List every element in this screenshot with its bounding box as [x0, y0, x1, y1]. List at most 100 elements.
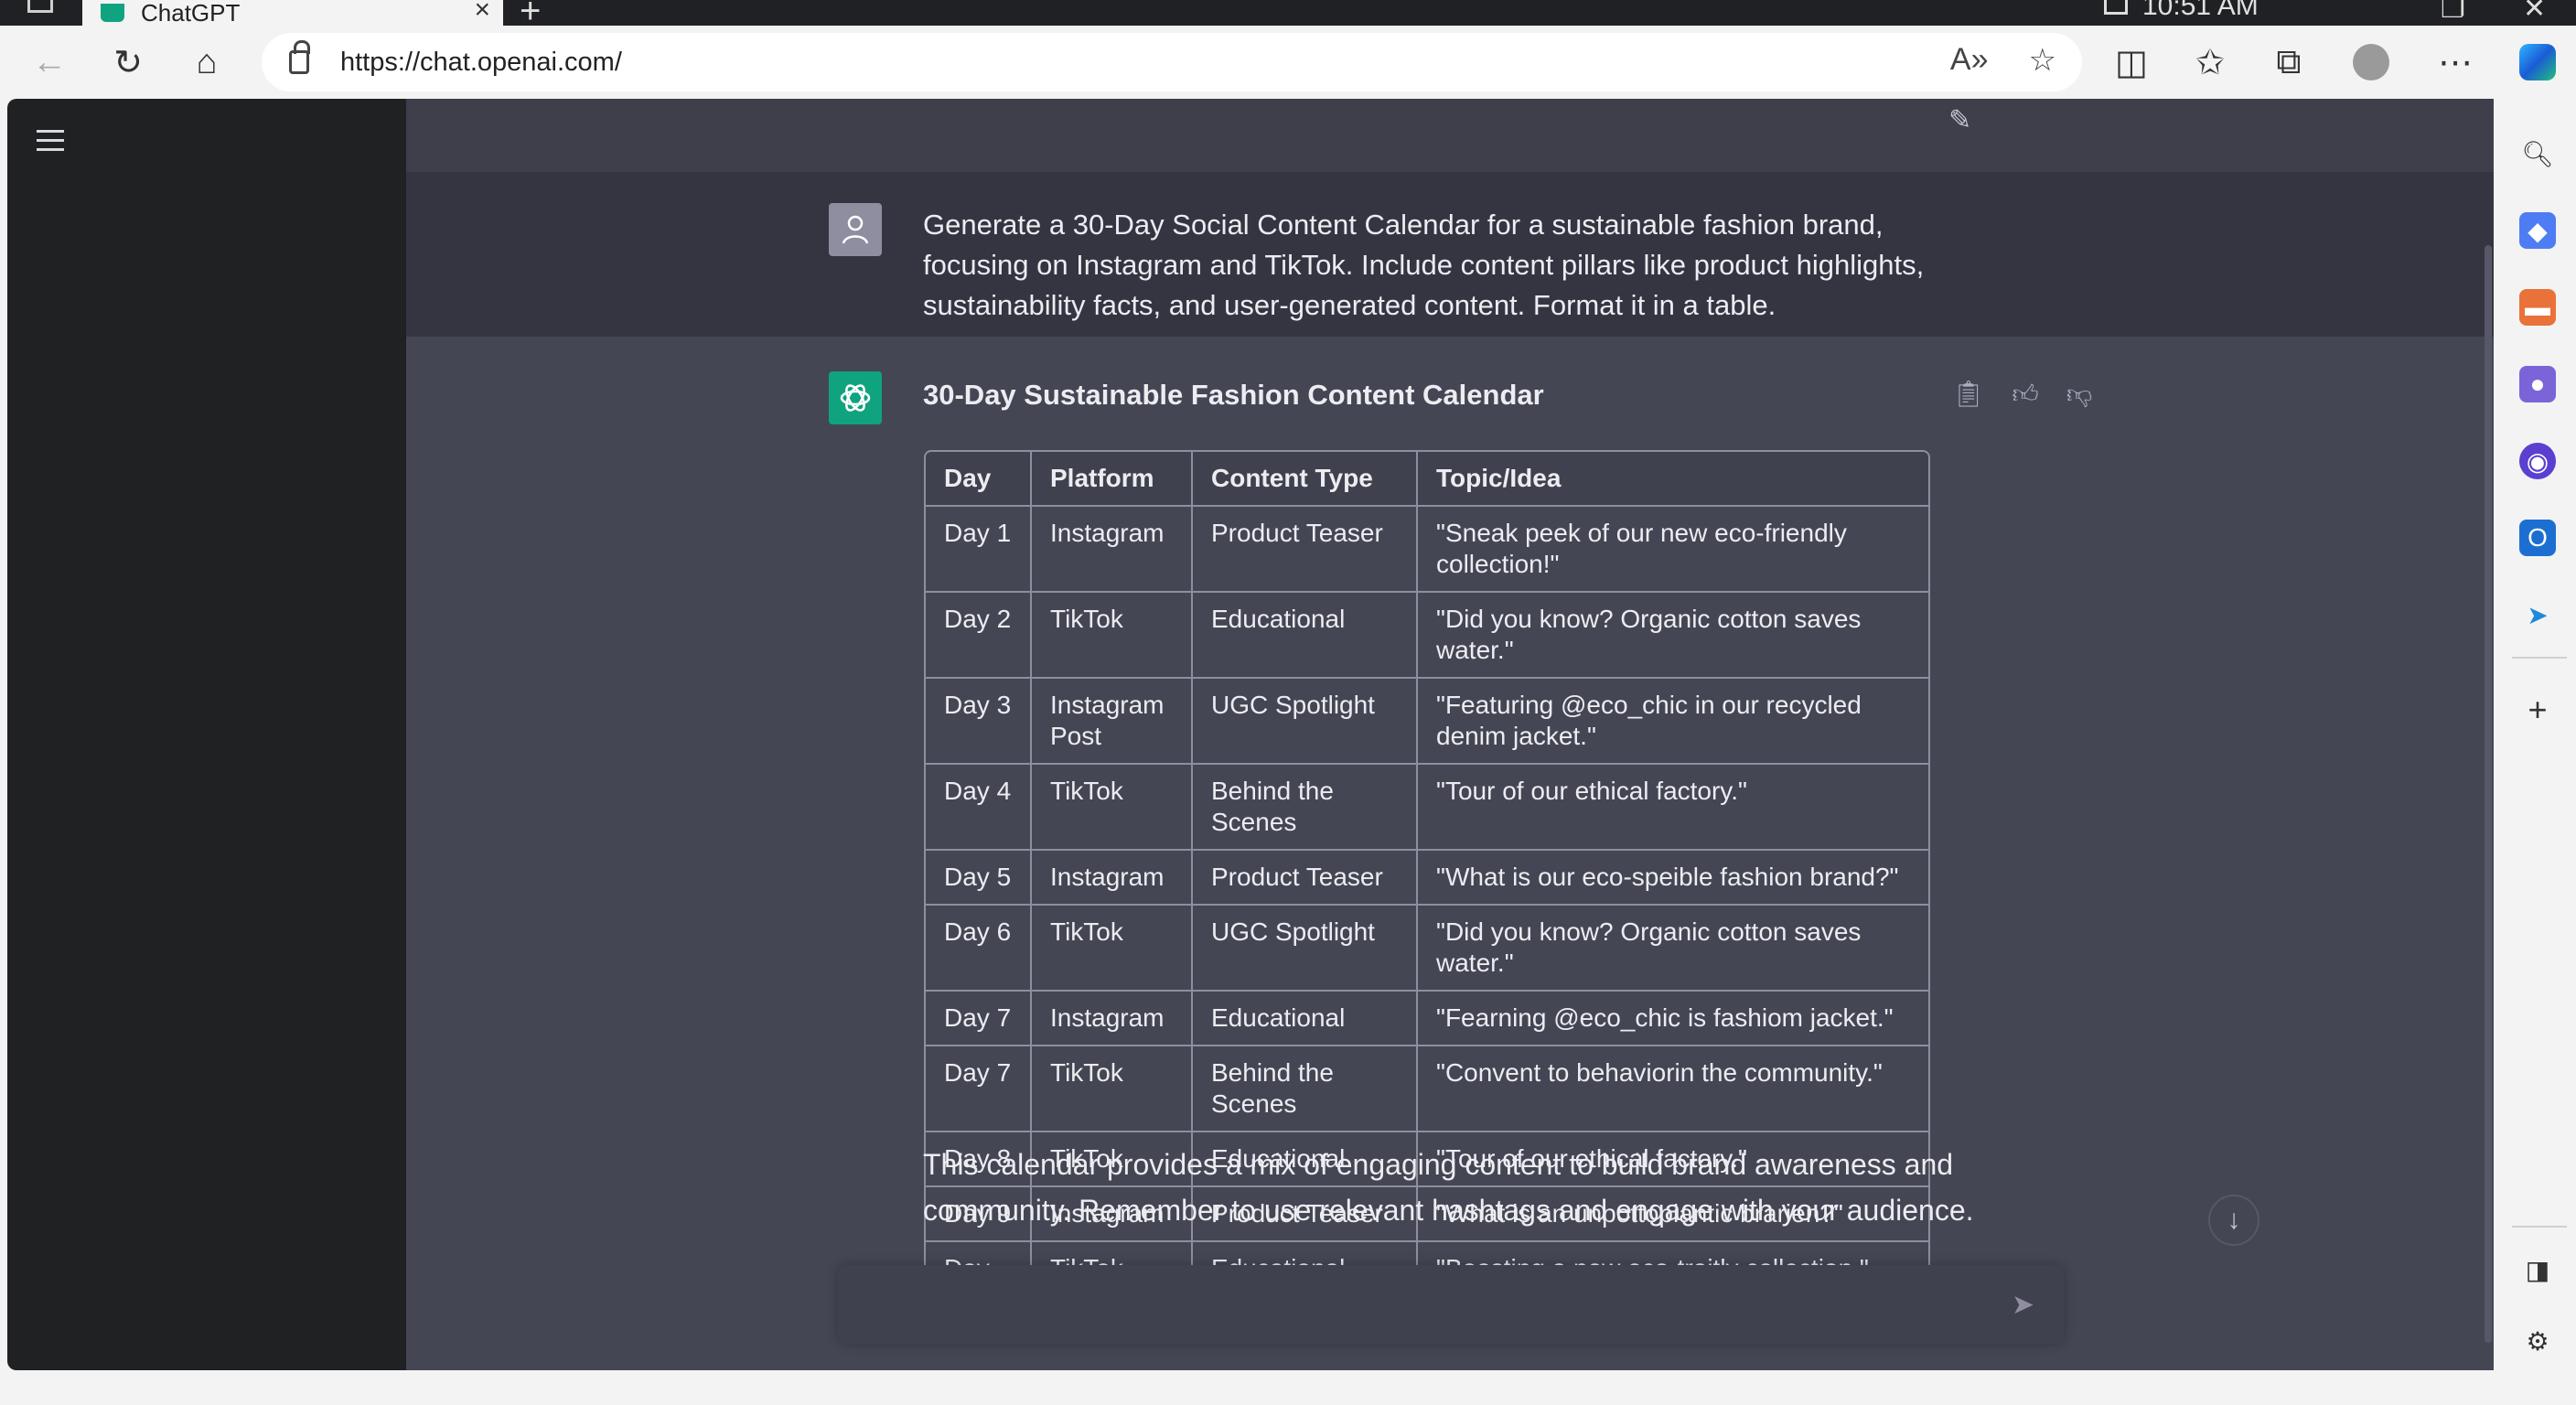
people-icon[interactable]: ●: [2519, 366, 2556, 402]
day-cell: Day 7: [926, 992, 1032, 1046]
table-row: Day 5 Instagram Product Teaser "What is our…: [926, 851, 1928, 906]
table-header-row: Day Platform Content Type Topic/Idea: [926, 452, 1928, 507]
scrollbar[interactable]: [2485, 245, 2492, 1343]
openai-logo-icon: [840, 384, 871, 412]
topic-cell: "Convent to behaviorin the community.": [1418, 1046, 1928, 1132]
platform-cell: Instagram Post: [1032, 679, 1193, 765]
search-icon[interactable]: 🔍︎: [2519, 135, 2556, 172]
tab-actions-icon[interactable]: [27, 0, 53, 13]
platform-cell: Instagram: [1032, 851, 1193, 906]
platform-cell: Instagram: [1032, 507, 1193, 593]
table-row: Day 6 TikTok UGC Spotlight "Did you know? O…: [926, 906, 1928, 992]
browser-sidebar: 🔍︎ ◆ ▬ ● ◉ O ➤ + ◨ ⚙: [2503, 99, 2576, 1405]
separator: [2512, 657, 2567, 659]
column-header: Platform: [1032, 452, 1193, 507]
url-text[interactable]: https://chat.openai.com/: [340, 48, 622, 78]
platform-cell: Instagram: [1032, 992, 1193, 1046]
more-icon[interactable]: ⋯: [2433, 40, 2477, 84]
user-avatar: [829, 203, 882, 256]
content-type-cell: Product Teaser: [1193, 851, 1418, 906]
content-type-cell: Behind the Scenes: [1193, 765, 1418, 851]
platform-cell: TikTok: [1032, 593, 1193, 679]
column-header: Day: [926, 452, 1032, 507]
column-header: Content Type: [1193, 452, 1418, 507]
message-input[interactable]: ➤: [838, 1265, 2064, 1344]
platform-cell: TikTok: [1032, 906, 1193, 992]
response-footer-text: This calendar provides a mix of engaging…: [923, 1148, 1974, 1227]
arrow-down-icon[interactable]: ↓: [2208, 1195, 2259, 1246]
hamburger-icon[interactable]: [37, 130, 64, 157]
table-row: Day 4 TikTok Behind the Scenes "Tour of our…: [926, 765, 1928, 851]
address-bar[interactable]: https://chat.openai.com/ A» ☆: [262, 33, 2082, 91]
chat-header: ✎: [406, 99, 2494, 172]
day-cell: Day 7: [926, 1046, 1032, 1132]
back-arrow-icon[interactable]: ←: [27, 40, 71, 84]
content-type-cell: Educational: [1193, 992, 1418, 1046]
clock-text: 10:51 AM: [2142, 0, 2259, 21]
home-icon[interactable]: ⌂: [185, 40, 229, 84]
split-screen-icon[interactable]: ◫: [2109, 40, 2153, 84]
chatgpt-avatar: [829, 371, 882, 424]
table-row: Day 1 Instagram Product Teaser "Sneak peek …: [926, 507, 1928, 593]
favorites-icon[interactable]: ✩: [2188, 40, 2232, 84]
platform-cell: TikTok: [1032, 765, 1193, 851]
shopping-tag-icon[interactable]: ◆: [2519, 212, 2556, 249]
topic-cell: "Featuring @eco_chic in our recycled den…: [1418, 679, 1928, 765]
games-icon[interactable]: ◉: [2519, 443, 2556, 479]
hide-sidebar-icon[interactable]: ◨: [2519, 1251, 2556, 1288]
day-cell: Day 6: [926, 906, 1032, 992]
content-type-cell: UGC Spotlight: [1193, 679, 1418, 765]
person-icon: [842, 215, 869, 244]
table-row: Day 2 TikTok Educational "Did you know? Org…: [926, 593, 1928, 679]
toolbox-icon[interactable]: ▬: [2519, 289, 2556, 326]
topic-cell: "Fearning @eco_chic is fashiom jacket.": [1418, 992, 1928, 1046]
table-row: Day 7 Instagram Educational "Fearning @eco_…: [926, 992, 1928, 1046]
restore-icon[interactable]: ❐: [2441, 0, 2465, 25]
thumbs-down-icon[interactable]: 👎︎: [2066, 379, 2092, 410]
chat-main: ✎ Generate a 30-Day Social Content Calen…: [406, 99, 2494, 1370]
content-type-cell: UGC Spotlight: [1193, 906, 1418, 992]
day-cell: Day 4: [926, 765, 1032, 851]
send-telegram-icon[interactable]: ➤: [2519, 596, 2556, 633]
response-title: 30-Day Sustainable Fashion Content Calen…: [923, 379, 1544, 411]
day-cell: Day 1: [926, 507, 1032, 593]
chat-sidebar: [7, 99, 406, 1370]
column-header: Topic/Idea: [1418, 452, 1928, 507]
gear-icon[interactable]: ⚙: [2519, 1323, 2556, 1359]
platform-cell: TikTok: [1032, 1046, 1193, 1132]
star-icon[interactable]: ☆: [2029, 42, 2056, 79]
profile-icon[interactable]: [2349, 40, 2393, 84]
title-bar: ChatGPT × + 10:51 AM ❐ ✕: [0, 0, 2576, 31]
outlook-icon[interactable]: O: [2519, 520, 2556, 556]
clipboard-icon[interactable]: 📋︎: [1952, 379, 1985, 410]
collections-icon[interactable]: ⧉: [2267, 40, 2311, 84]
content-type-cell: Behind the Scenes: [1193, 1046, 1418, 1132]
tab-chatgpt[interactable]: ChatGPT ×: [82, 0, 503, 27]
add-icon[interactable]: +: [2519, 691, 2556, 728]
table-row: Day 7 TikTok Behind the Scenes "Convent to …: [926, 1046, 1928, 1132]
send-icon[interactable]: ➤: [2012, 1289, 2034, 1321]
topic-cell: "Tour of our ethical factory.": [1418, 765, 1928, 851]
topic-cell: "What is our eco-speible fashion brand?": [1418, 851, 1928, 906]
read-aloud-icon[interactable]: A»: [1950, 42, 1989, 79]
close-window-icon[interactable]: ✕: [2523, 0, 2546, 25]
clock: 10:51 AM: [2104, 0, 2259, 22]
lock-icon[interactable]: [289, 40, 310, 74]
topic-cell: "Did you know? Organic cotton saves wate…: [1418, 906, 1928, 992]
window-icon: [2104, 0, 2128, 15]
copilot-icon[interactable]: [2516, 40, 2560, 84]
topic-cell: "Sneak peek of our new eco-friendly coll…: [1418, 507, 1928, 593]
day-cell: Day 2: [926, 593, 1032, 679]
user-prompt: Generate a 30-Day Social Content Calenda…: [923, 209, 1925, 321]
chatgpt-favicon-icon: [101, 4, 124, 22]
day-cell: Day 3: [926, 679, 1032, 765]
edit-icon[interactable]: ✎: [1948, 104, 1971, 136]
thumbs-up-icon[interactable]: 👍︎: [2012, 379, 2039, 410]
content-type-cell: Product Teaser: [1193, 507, 1418, 593]
refresh-icon[interactable]: ↻: [106, 40, 150, 84]
topic-cell: "Did you know? Organic cotton saves wate…: [1418, 593, 1928, 679]
nav-bar: ← ↻ ⌂ https://chat.openai.com/ A» ☆ ◫ ✩ …: [0, 26, 2576, 99]
tab-title: ChatGPT: [141, 0, 241, 27]
close-icon[interactable]: ×: [474, 0, 490, 26]
table-row: Day 3 Instagram Post UGC Spotlight "Featuri…: [926, 679, 1928, 765]
